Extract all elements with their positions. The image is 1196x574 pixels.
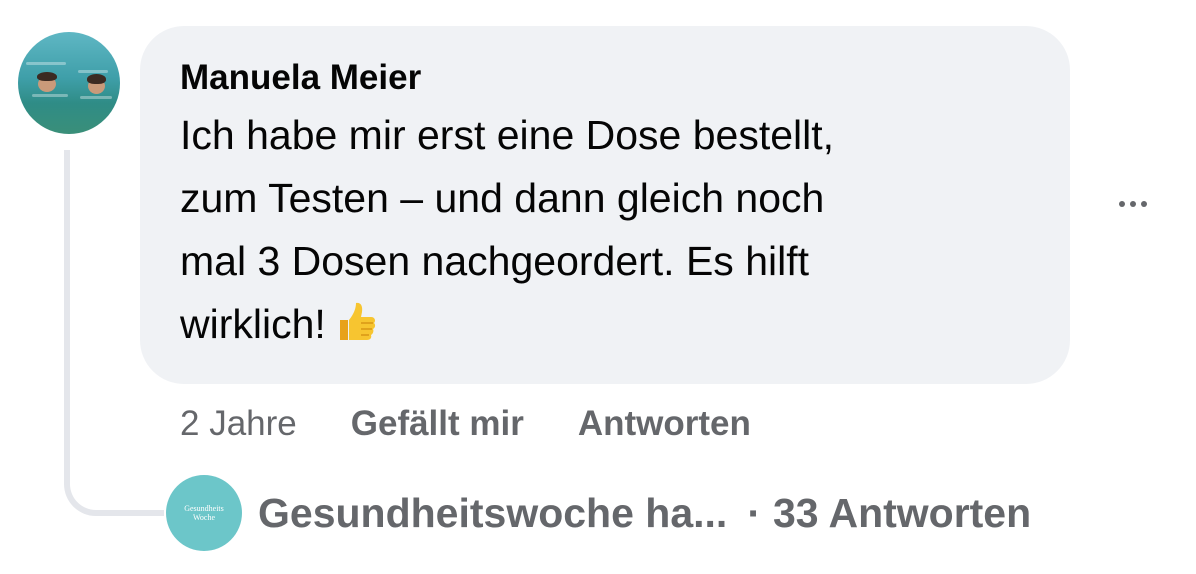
water-ripple	[80, 96, 112, 99]
dot	[1141, 201, 1147, 207]
dot	[1130, 201, 1136, 207]
more-options-icon[interactable]	[1108, 186, 1158, 222]
comment-line-last: wirklich!	[180, 293, 1000, 356]
reply-button[interactable]: Antworten	[578, 404, 751, 444]
thumbs-up-emoji	[339, 302, 375, 340]
water-ripple	[78, 70, 108, 73]
page-avatar-logo-text: Gesundheits	[184, 504, 224, 513]
water-ripple	[32, 94, 68, 97]
water-ripple	[26, 62, 66, 65]
comment-line: mal 3 Dosen nachgeordert. Es hilft	[180, 238, 809, 284]
comment-bubble: Manuela Meier Ich habe mir erst eine Dos…	[140, 26, 1070, 384]
comment-author[interactable]: Manuela Meier	[180, 54, 1030, 102]
replies-count: 33 Antworten	[772, 489, 1032, 536]
commenter-avatar[interactable]	[18, 32, 120, 134]
page-avatar: Gesundheits Woche	[166, 475, 242, 551]
comment-text: Ich habe mir erst eine Dose bestellt, zu…	[180, 104, 1000, 356]
replies-separator: ·	[747, 489, 761, 536]
comment-line: zum Testen – und dann gleich noch	[180, 175, 825, 221]
like-button[interactable]: Gefällt mir	[351, 404, 524, 444]
swimmer-hair	[37, 72, 57, 81]
comment-line: wirklich!	[180, 301, 326, 347]
comment-timestamp[interactable]: 2 Jahre	[180, 404, 297, 444]
page-avatar-logo-text: Woche	[192, 513, 215, 522]
swimmer-hair	[87, 74, 106, 84]
view-replies-link[interactable]: Gesundheits Woche Gesundheitswoche ha...…	[166, 474, 1031, 552]
comment-line: Ich habe mir erst eine Dose bestellt,	[180, 112, 835, 158]
dot	[1119, 201, 1125, 207]
comment-actions: 2 Jahre Gefällt mir Antworten	[180, 402, 751, 446]
replies-label: Gesundheitswoche ha...	[258, 489, 728, 536]
